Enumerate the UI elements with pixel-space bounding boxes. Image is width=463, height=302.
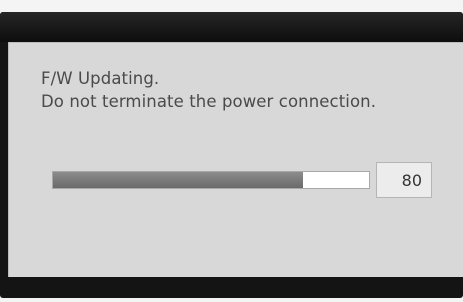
update-message: F/W Updating. Do not terminate the power…: [41, 67, 376, 113]
title-bar: [0, 12, 463, 42]
power-warning-text: Do not terminate the power connection.: [41, 92, 377, 111]
progress-value: 80: [376, 162, 432, 198]
progress-bar-fill: [53, 172, 303, 188]
progress-bar: [52, 171, 370, 189]
update-status-text: F/W Updating.: [41, 69, 160, 88]
